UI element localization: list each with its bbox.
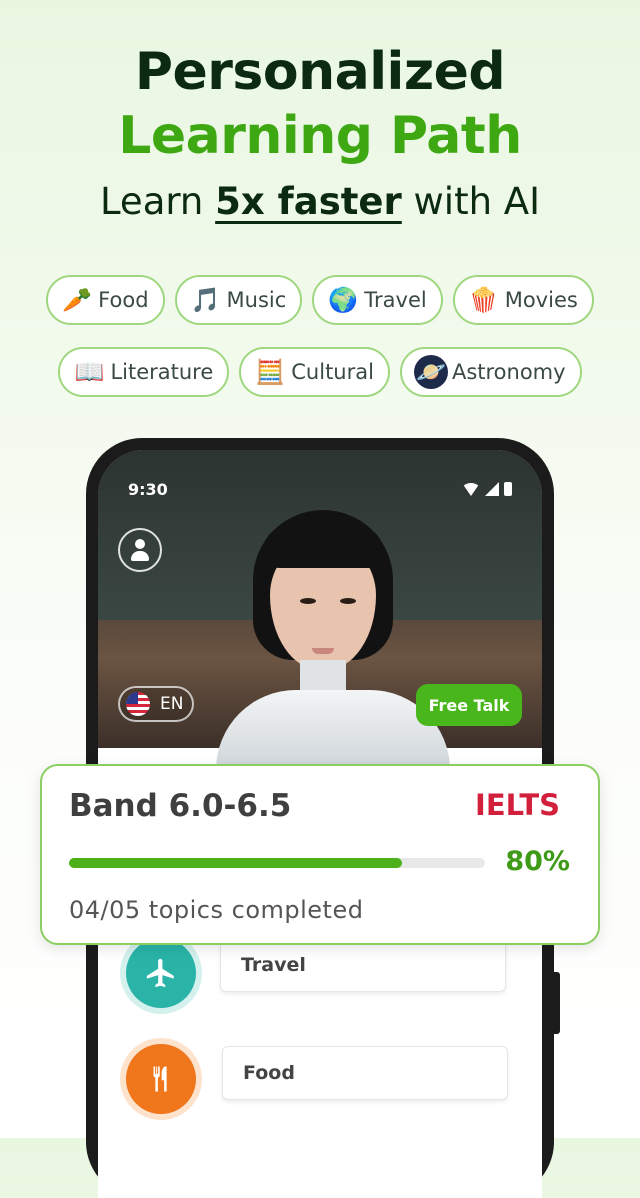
chip-movies[interactable]: 🍿 Movies <box>452 275 594 325</box>
language-label: EN <box>160 694 184 714</box>
chip-cultural[interactable]: 🧮 Cultural <box>239 347 390 397</box>
topic-node-travel[interactable] <box>126 938 196 1008</box>
airplane-icon <box>146 958 174 988</box>
profile-button[interactable] <box>118 528 162 572</box>
language-selector[interactable]: EN <box>118 686 194 722</box>
planet-icon: 🪐 <box>413 355 448 389</box>
signal-icon <box>485 482 499 496</box>
globe-plane-icon: 🌍 <box>328 286 359 314</box>
subtitle-highlight: 5x faster <box>215 180 402 223</box>
progress-percent: 80% <box>505 846 570 877</box>
category-row-2: 📖 Literature 🧮 Cultural 🪐 Astronomy <box>0 347 640 397</box>
subtitle-prefix: Learn <box>99 180 216 223</box>
status-icons <box>462 482 512 496</box>
popcorn-film-icon: 🍿 <box>468 286 499 314</box>
chip-label: Travel <box>364 288 427 312</box>
battery-icon <box>504 482 512 496</box>
headline-line1: Personalized <box>134 42 506 102</box>
phone-side-button <box>554 972 560 1034</box>
topic-card-travel[interactable]: Travel <box>220 938 506 992</box>
progress-fill <box>69 858 402 868</box>
chip-literature[interactable]: 📖 Literature <box>58 347 230 397</box>
chip-music[interactable]: 🎵 Music <box>174 275 303 325</box>
progress-card[interactable]: Band 6.0-6.5 IELTS 80% 04/05 topics comp… <box>40 764 600 945</box>
wifi-icon <box>462 483 480 496</box>
topic-node-food[interactable] <box>126 1044 196 1114</box>
chip-food[interactable]: 🥕 Food <box>46 275 165 325</box>
hero: Personalized Learning Path Learn 5x fast… <box>0 40 640 226</box>
progress-track <box>69 858 485 868</box>
chip-label: Food <box>98 288 149 312</box>
music-note-icon: 🎵 <box>190 286 221 314</box>
exam-label: IELTS <box>475 788 560 822</box>
chip-label: Music <box>226 288 287 312</box>
chip-astronomy[interactable]: 🪐 Astronomy <box>399 347 582 397</box>
fork-knife-icon <box>153 1066 167 1092</box>
chip-label: Cultural <box>291 360 374 384</box>
topic-label: Travel <box>241 954 306 976</box>
chip-label: Literature <box>110 360 214 384</box>
chip-travel[interactable]: 🌍 Travel <box>312 275 443 325</box>
chip-label: Astronomy <box>451 360 566 384</box>
person-icon <box>129 538 151 562</box>
book-icon: 📖 <box>74 358 105 386</box>
status-time: 9:30 <box>128 480 168 499</box>
abacus-icon: 🧮 <box>255 358 286 386</box>
tutor-video: 9:30 EN Free Talk <box>98 450 542 770</box>
chip-label: Movies <box>504 288 578 312</box>
category-row-1: 🥕 Food 🎵 Music 🌍 Travel 🍿 Movies <box>0 275 640 325</box>
subtitle: Learn 5x faster with AI <box>0 178 640 226</box>
headline-line2: Learning Path <box>118 106 522 166</box>
carrot-icon: 🥕 <box>62 286 93 314</box>
band-score: Band 6.0-6.5 <box>69 788 292 824</box>
topics-completed: 04/05 topics completed <box>69 896 364 924</box>
us-flag-icon <box>126 692 150 716</box>
topic-card-food[interactable]: Food <box>222 1046 508 1100</box>
free-talk-button[interactable]: Free Talk <box>416 684 522 726</box>
subtitle-suffix: with AI <box>401 180 541 223</box>
topic-label: Food <box>243 1062 295 1084</box>
